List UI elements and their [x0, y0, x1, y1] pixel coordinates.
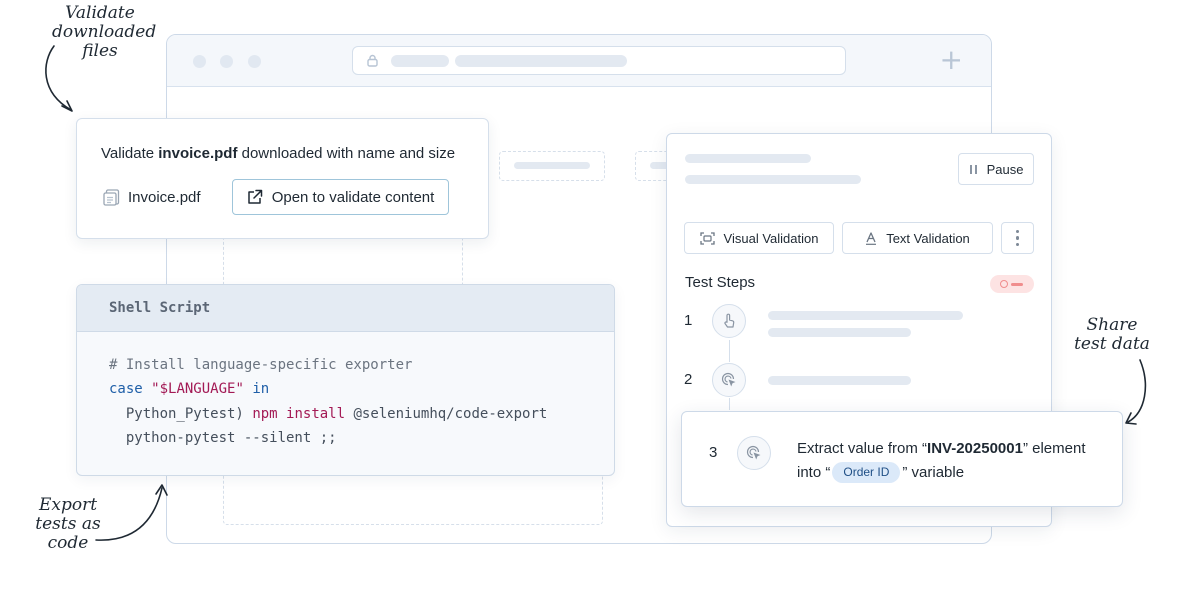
- annotation-arrow-icon: [45, 45, 73, 112]
- extracted-value: INV-20250001: [927, 440, 1023, 457]
- step-text-placeholder: [768, 328, 911, 337]
- pause-icon: [969, 164, 977, 174]
- step-number: 3: [709, 444, 718, 461]
- step-3-description: Extract value from “INV-20250001” elemen…: [797, 440, 1086, 483]
- cursor-click-icon: [712, 363, 746, 397]
- external-link-icon: [247, 189, 262, 204]
- browser-toolbar: +: [167, 35, 991, 87]
- address-bar[interactable]: [352, 46, 846, 75]
- visual-scan-icon: [699, 231, 715, 245]
- variable-chip[interactable]: Order ID: [832, 462, 901, 483]
- step-3-card: 3 Extract value from “INV-20250001” elem…: [681, 411, 1123, 507]
- annotation-line: Share: [1086, 315, 1138, 335]
- record-toggle[interactable]: [990, 275, 1034, 293]
- step-number: 2: [684, 371, 693, 388]
- validate-file-name: invoice.pdf: [158, 145, 238, 162]
- panel-subtitle-placeholder: [685, 175, 861, 184]
- shell-script-title: Shell Script: [77, 285, 614, 332]
- text-validation-button[interactable]: Text Validation: [842, 222, 993, 254]
- step-number: 1: [684, 312, 693, 329]
- placeholder-block: [499, 151, 605, 181]
- shell-script-card: Shell Script # Install language-specific…: [76, 284, 615, 476]
- new-tab-icon[interactable]: +: [940, 46, 963, 74]
- test-steps-heading: Test Steps: [685, 274, 756, 291]
- panel-title-placeholder: [685, 154, 811, 163]
- code-line: # Install language-specific exporter: [109, 357, 413, 373]
- code-line: Python_Pytest) npm install @seleniumhq/c…: [125, 405, 548, 422]
- code-line: case "$LANGUAGE" in: [109, 381, 270, 398]
- window-control-dot[interactable]: [193, 55, 206, 68]
- tap-gesture-icon: [712, 304, 746, 338]
- step-connector: [729, 340, 730, 362]
- lock-icon: [367, 54, 378, 67]
- visual-validation-label: Visual Validation: [723, 230, 819, 246]
- downloaded-file: Invoice.pdf: [103, 189, 201, 206]
- step-text-placeholder: [768, 376, 911, 385]
- window-control-dot[interactable]: [248, 55, 261, 68]
- annotation-arrow-icon: [95, 484, 168, 541]
- url-placeholder: [391, 55, 449, 67]
- annotation-arrow-icon: [1125, 359, 1147, 425]
- window-control-dot[interactable]: [220, 55, 233, 68]
- more-options-icon[interactable]: [1001, 222, 1034, 254]
- annotation-line: test data: [1074, 334, 1150, 354]
- visual-validation-button[interactable]: Visual Validation: [684, 222, 834, 254]
- cursor-click-icon: [737, 436, 771, 470]
- pause-label: Pause: [986, 161, 1024, 177]
- file-name-label: Invoice.pdf: [128, 189, 201, 206]
- open-to-validate-button[interactable]: Open to validate content: [232, 179, 449, 215]
- annotation-line: Validate: [65, 3, 135, 23]
- annotation-share-data: Share test data: [1064, 316, 1160, 354]
- url-placeholder: [455, 55, 627, 67]
- validate-title: Validate invoice.pdf downloaded with nam…: [101, 145, 456, 162]
- step-text-placeholder: [768, 311, 963, 320]
- pdf-file-icon: [103, 189, 120, 206]
- code-block: # Install language-specific exporter case…: [109, 353, 547, 450]
- text-validation-label: Text Validation: [886, 230, 970, 246]
- validate-download-card: Validate invoice.pdf downloaded with nam…: [76, 118, 489, 239]
- pause-button[interactable]: Pause: [958, 153, 1034, 185]
- open-button-label: Open to validate content: [271, 188, 435, 206]
- step-connector: [729, 398, 730, 410]
- text-icon: [866, 231, 877, 245]
- code-line: python-pytest --silent ;;: [125, 429, 337, 446]
